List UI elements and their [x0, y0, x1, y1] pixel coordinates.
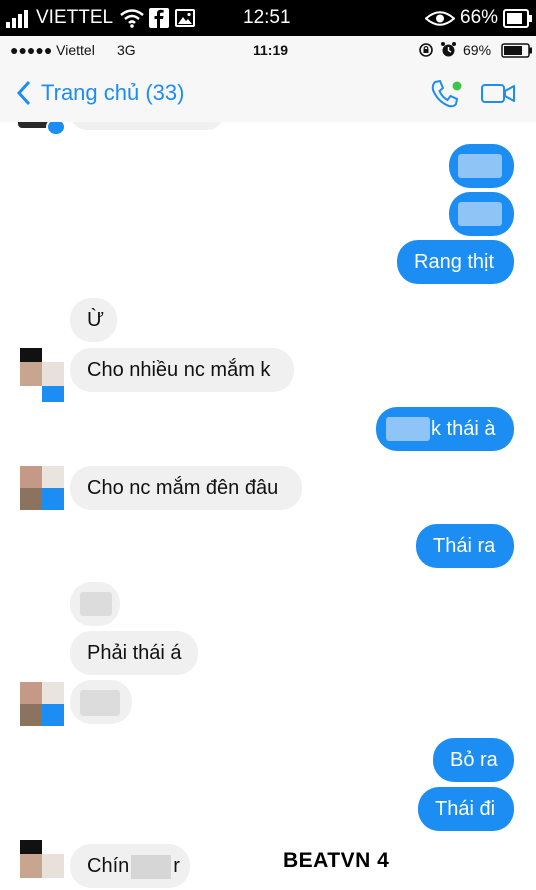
message-list: Rang thịt Ừ Cho nhiều nc mắm k k thái à … [0, 122, 536, 890]
eye-icon [425, 11, 455, 26]
watermark: BEATVN 4 [283, 849, 390, 872]
message-bubble-outgoing: Thái ra [416, 524, 514, 568]
inner-status-bar: ●●●●● Viettel 3G 11:19 69% [0, 36, 536, 64]
lock-rotation-icon [419, 43, 433, 57]
blurred-text [458, 154, 502, 178]
outer-battery-percent: 66% [460, 7, 499, 28]
message-bubble-incoming: Ừ [70, 298, 117, 342]
alarm-icon [441, 42, 456, 57]
blurred-text [458, 202, 502, 226]
message-bubble-incoming: Cho nc mắm đên đâu [70, 466, 302, 510]
inner-carrier-label: ●●●●● Viettel [10, 42, 95, 58]
back-label: Trang chủ (33) [41, 80, 185, 105]
avatar [20, 682, 64, 726]
carrier-label: VIETTEL [36, 7, 114, 28]
conversation-header: Trang chủ (33) [0, 64, 536, 123]
battery-icon [503, 9, 532, 28]
avatar [20, 840, 64, 884]
message-bubble-outgoing: Bỏ ra [433, 738, 514, 782]
message-bubble-incoming: Cho nhiều nc mắm k [70, 348, 294, 392]
message-bubble-outgoing: Thái đi [418, 787, 514, 831]
facebook-icon [149, 8, 169, 28]
outer-clock: 12:51 [243, 7, 291, 28]
wifi-icon [120, 9, 144, 28]
network-type: 3G [117, 42, 136, 58]
avatar [20, 348, 64, 402]
message-bubble-incoming [70, 122, 224, 130]
blurred-text [80, 690, 120, 716]
battery-icon [501, 43, 532, 58]
message-text: Chín [87, 855, 130, 877]
avatar [20, 466, 64, 510]
blurred-text [131, 854, 172, 879]
blurred-text [386, 417, 430, 441]
message-bubble-outgoing: Rang thịt [397, 240, 514, 284]
message-bubble-incoming: Chín r [70, 844, 190, 888]
signal-icon [6, 10, 32, 28]
video-icon[interactable] [481, 82, 517, 106]
message-text: r [173, 855, 180, 877]
outer-status-bar: VIETTEL 12:51 66% [0, 0, 536, 36]
gallery-icon [175, 9, 195, 27]
messenger-badge-icon [46, 122, 66, 136]
call-icon[interactable] [429, 78, 463, 110]
blurred-text [80, 592, 112, 616]
message-bubble-incoming: Phải thái á [70, 631, 198, 675]
back-chevron-icon [16, 80, 31, 106]
inner-battery-percent: 69% [463, 42, 492, 58]
inner-clock: 11:19 [253, 42, 289, 58]
